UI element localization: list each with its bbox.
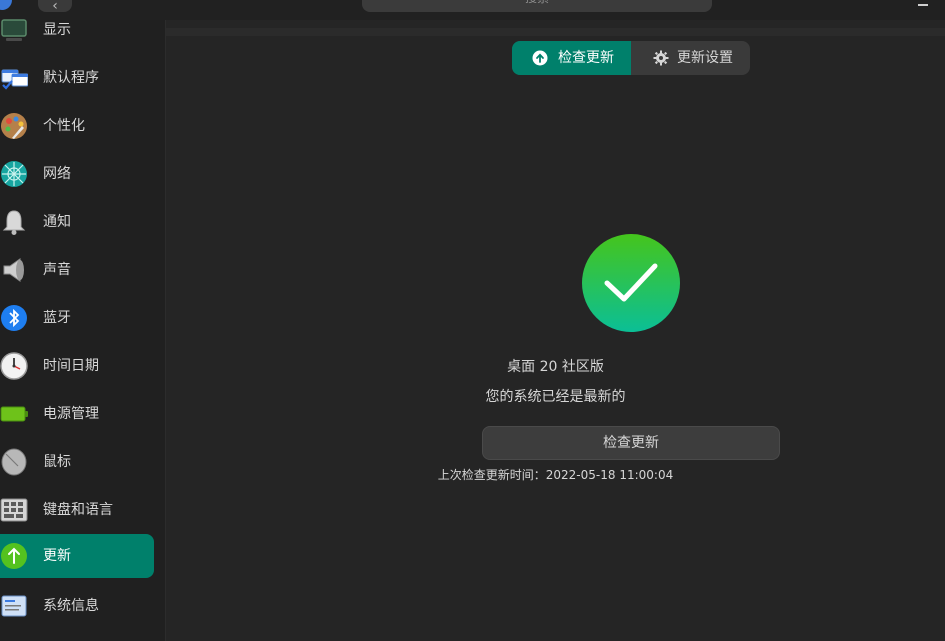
personalization-icon — [1, 113, 27, 139]
sidebar-item-personalization[interactable]: 个性化 — [0, 104, 154, 148]
sidebar-item-keyboard[interactable]: 键盘和语言 — [0, 488, 154, 532]
sidebar-item-label: 网络 — [43, 166, 71, 182]
sidebar-item-update[interactable]: 更新 — [0, 534, 154, 578]
speaker-icon — [3, 258, 24, 282]
menu-icon[interactable] — [918, 0, 928, 6]
check-update-button[interactable]: 检查更新 — [482, 426, 780, 460]
system-info-icon — [1, 595, 27, 617]
tab-update-settings[interactable]: 更新设置 — [631, 41, 750, 75]
clock-icon — [0, 352, 28, 380]
sidebar-item-bluetooth[interactable]: 蓝牙 — [0, 296, 154, 340]
sidebar-item-network[interactable]: 网络 — [0, 152, 154, 196]
sidebar-item-label: 时间日期 — [43, 358, 99, 374]
sidebar-item-label: 鼠标 — [43, 454, 71, 470]
sidebar-item-label: 电源管理 — [43, 406, 99, 422]
network-icon — [1, 161, 27, 187]
last-check-time: 上次检查更新时间：2022-05-18 11:00:04 — [437, 468, 674, 482]
gear-icon — [653, 50, 669, 66]
tab-check-update[interactable]: 检查更新 — [512, 41, 631, 75]
bell-icon — [2, 210, 26, 235]
tab-label: 更新设置 — [677, 50, 733, 66]
sidebar-item-sound[interactable]: 声音 — [0, 248, 154, 292]
sidebar-item-label: 系统信息 — [43, 598, 99, 614]
success-check-icon — [582, 234, 680, 332]
update-page: 检查更新 更新设置 桌面 20 社区版 您的系统已经是最新的 检查更新 上次检查… — [166, 20, 945, 641]
product-name: 桌面 20 社区版 — [507, 359, 604, 375]
sidebar-item-system-info[interactable]: 系统信息 — [0, 584, 154, 628]
display-icon — [1, 19, 27, 41]
sidebar-item-mouse[interactable]: 鼠标 — [0, 440, 154, 484]
sidebar-item-label: 默认程序 — [43, 70, 99, 86]
update-tabs: 检查更新 更新设置 — [512, 41, 750, 75]
sidebar-item-display[interactable]: 显示 — [0, 8, 154, 52]
update-status-text: 您的系统已经是最新的 — [485, 389, 626, 405]
update-icon — [1, 543, 27, 569]
control-center-window: ‹ 搜索 显示 默认程序 — [0, 0, 945, 641]
sidebar-item-label: 个性化 — [43, 118, 85, 134]
sidebar: 显示 默认程序 个性化 网络 通知 声音 蓝牙 时间日期 电源管理 鼠标 键盘和… — [0, 19, 166, 641]
tab-label: 检查更新 — [558, 50, 614, 66]
keyboard-icon — [0, 498, 28, 522]
battery-icon — [0, 406, 28, 422]
search-input[interactable]: 搜索 — [362, 0, 712, 12]
sidebar-item-label: 通知 — [43, 214, 71, 230]
default-apps-icon — [1, 69, 28, 90]
mouse-icon — [1, 448, 27, 476]
sidebar-item-label: 更新 — [43, 548, 71, 564]
sidebar-item-notifications[interactable]: 通知 — [0, 200, 154, 244]
sidebar-item-default-apps[interactable]: 默认程序 — [0, 56, 154, 100]
sidebar-item-label: 声音 — [43, 262, 71, 278]
sidebar-item-label: 蓝牙 — [43, 310, 71, 326]
bluetooth-icon — [1, 305, 27, 331]
sidebar-item-datetime[interactable]: 时间日期 — [0, 344, 154, 388]
arrow-up-circle-icon — [532, 50, 548, 66]
header-strip — [166, 28, 945, 36]
sidebar-item-power[interactable]: 电源管理 — [0, 392, 154, 436]
sidebar-item-label: 显示 — [43, 22, 71, 38]
sidebar-item-label: 键盘和语言 — [43, 502, 113, 518]
